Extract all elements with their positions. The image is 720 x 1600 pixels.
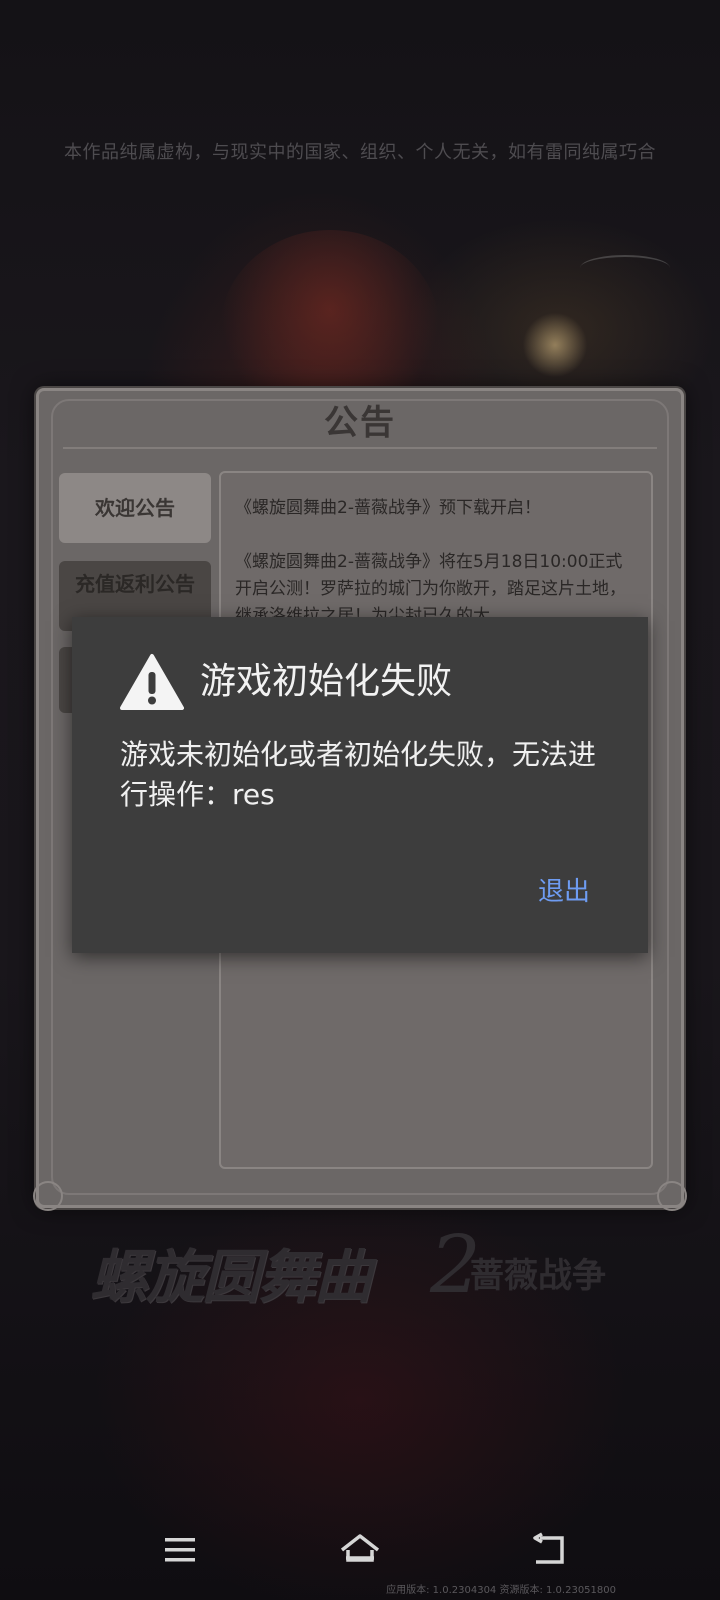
dialog-title: 游戏初始化失败 xyxy=(200,661,453,702)
corner-ornament xyxy=(657,1181,687,1211)
error-dialog: 游戏初始化失败 游戏未初始化或者初始化失败，无法进行操作：res 退出 xyxy=(72,617,648,953)
dialog-message: 游戏未初始化或者初始化失败，无法进行操作：res xyxy=(120,738,597,811)
corner-ornament xyxy=(33,1181,63,1211)
tab-label: 欢迎公告 xyxy=(95,496,175,520)
navigation-bar: 应用版本: 1.0.2304304 资源版本: 1.0.23051800 xyxy=(0,1500,720,1600)
tab-label: 充值返利公告 xyxy=(75,572,195,596)
exit-button[interactable]: 退出 xyxy=(538,871,590,908)
logo-subtitle: 蔷薇战争 xyxy=(470,1256,606,1296)
screen: 本作品纯属虚构，与现实中的国家、组织、个人无关，如有雷同纯属巧合 公告 欢迎公告… xyxy=(0,0,720,1600)
title-divider xyxy=(63,447,657,449)
disclaimer-text: 本作品纯属虚构，与现实中的国家、组织、个人无关，如有雷同纯属巧合 xyxy=(64,142,656,163)
background-sparkle xyxy=(520,310,590,380)
home-icon[interactable] xyxy=(332,1528,388,1572)
menu-icon[interactable] xyxy=(152,1528,208,1572)
background-bird-silhouette xyxy=(580,255,670,281)
logo-main-text: 螺旋圆舞曲 xyxy=(90,1243,372,1311)
game-logo: 螺旋圆舞曲 2 蔷薇战争 xyxy=(70,1218,660,1338)
back-icon[interactable] xyxy=(522,1528,578,1572)
tab-welcome-announcement[interactable]: 欢迎公告 xyxy=(59,473,211,543)
version-text: 应用版本: 1.0.2304304 资源版本: 1.0.23051800 xyxy=(386,1585,616,1596)
announcement-title: 公告 xyxy=(324,403,396,443)
warning-icon xyxy=(120,654,184,710)
announcement-paragraph: 《螺旋圆舞曲2-蔷薇战争》预下载开启！ xyxy=(235,498,541,518)
